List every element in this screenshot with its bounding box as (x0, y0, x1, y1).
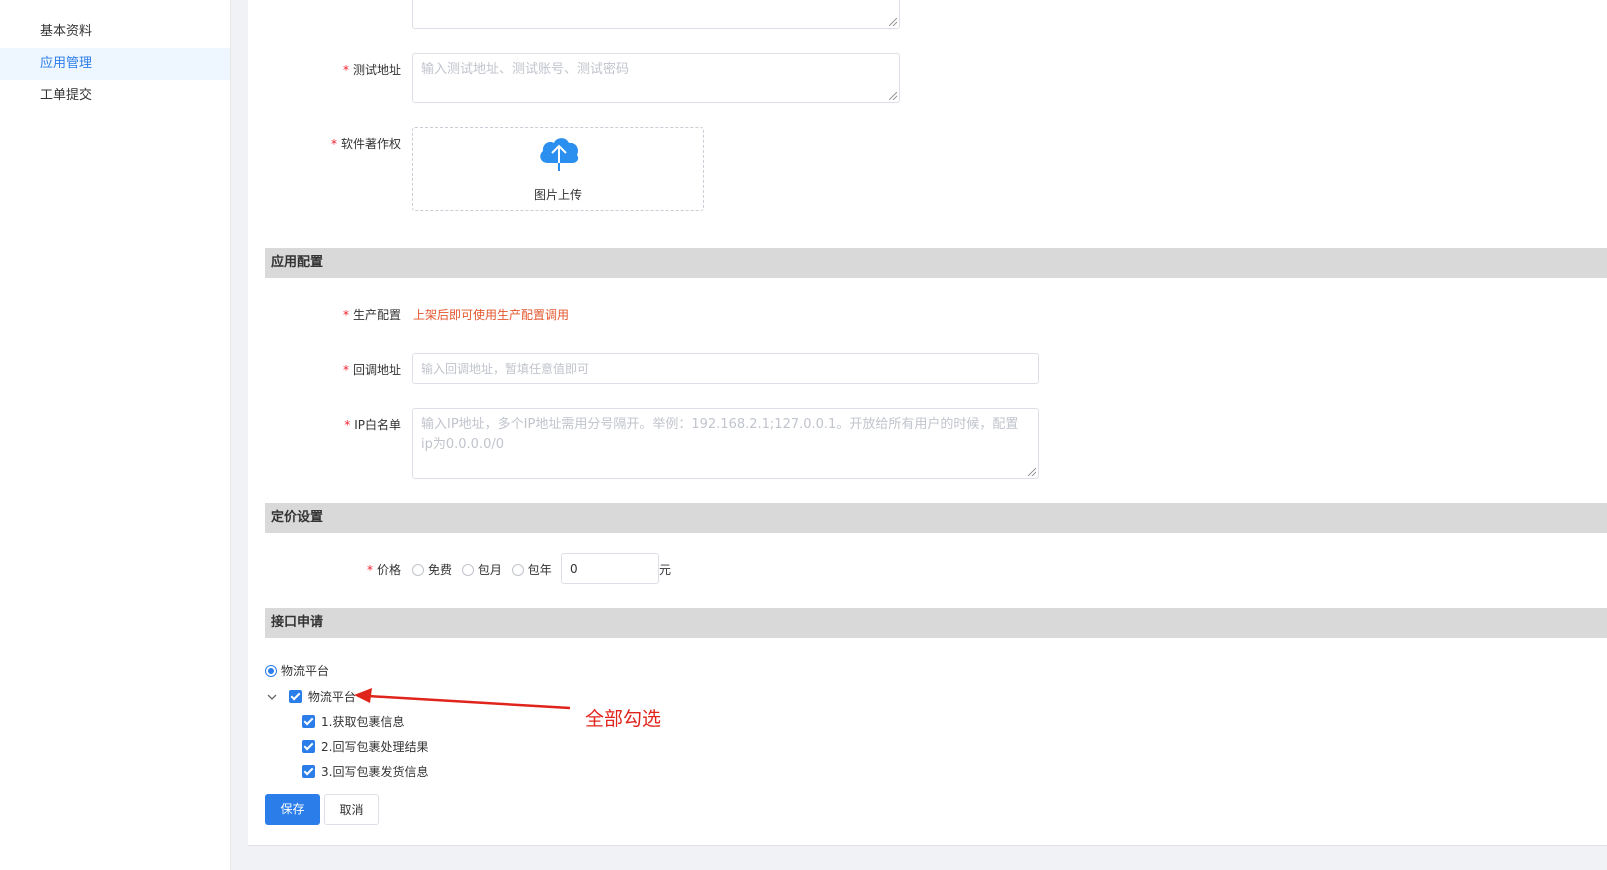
tree-child-checkbox[interactable] (302, 765, 315, 778)
production-config-label: * 生产配置 (342, 308, 401, 322)
required-mark: * (344, 418, 351, 432)
callback-address-input[interactable]: 输入回调地址，暂填任意值即可 (412, 353, 1039, 384)
tree-child-row: 2.回写包裹处理结果 (302, 738, 428, 755)
chevron-down-icon[interactable] (267, 690, 277, 704)
radio-monthly[interactable] (461, 563, 474, 576)
tree-child-row: 3.回写包裹发货信息 (302, 763, 428, 780)
annotation-text: 全部勾选 (585, 708, 662, 730)
main-content: * 测试地址 输入测试地址、测试账号、测试密码 * 软件著作权 图片上传 应用配置 … (248, 0, 1607, 846)
upload-label: 图片上传 (533, 188, 582, 202)
platform-radio[interactable] (265, 664, 277, 677)
tree-child-row: 1.获取包裹信息 (302, 713, 404, 730)
ip-whitelist-field[interactable]: 输入IP地址，多个IP地址需用分号隔开。举例：192.168.2.1;127.0… (412, 408, 1039, 479)
price-label: * 价格 (366, 563, 401, 577)
radio-yearly[interactable] (511, 563, 524, 576)
radio-free[interactable] (412, 563, 424, 576)
platform-radio-label: 物流平台 (281, 664, 330, 678)
required-mark: * (342, 308, 349, 322)
platform-radio-row: 物流平台 (265, 662, 335, 679)
price-unit: 元 (659, 563, 672, 577)
tree-parent-checkbox[interactable] (288, 690, 302, 703)
annotation-arrow-icon (354, 688, 571, 710)
ip-whitelist-label: * IP白名单 (344, 418, 401, 432)
required-mark: * (342, 363, 349, 377)
tree-child-checkbox[interactable] (302, 715, 315, 728)
cancel-button[interactable]: 取消 (324, 794, 379, 825)
section-api-application: 接口申请 (265, 608, 1607, 638)
required-mark: * (342, 63, 349, 77)
test-address-field[interactable]: 输入测试地址、测试账号、测试密码 (412, 53, 900, 103)
test-address-label: * 测试地址 (342, 63, 401, 77)
section-app-config: 应用配置 (265, 248, 1607, 278)
tree-child-label: 3.回写包裹发货信息 (321, 765, 429, 779)
tree-child-label: 2.回写包裹处理结果 (321, 740, 429, 754)
price-input[interactable]: 0 (561, 553, 659, 584)
price-options: 免费 包月 包年 (412, 561, 558, 578)
radio-free-label: 免费 (428, 563, 453, 577)
callback-address-label: * 回调地址 (342, 363, 401, 377)
tree-parent-row: 物流平台 (267, 688, 356, 705)
section-pricing: 定价设置 (265, 503, 1607, 533)
sidebar-item-app-management[interactable]: 应用管理 (0, 48, 230, 80)
resize-handle-icon[interactable] (889, 18, 897, 26)
required-mark: * (330, 137, 337, 151)
tree-child-label: 1.获取包裹信息 (321, 715, 405, 729)
radio-yearly-label: 包年 (527, 563, 552, 577)
production-notice: 上架后即可使用生产配置调用 (413, 308, 570, 322)
image-upload-area[interactable]: 图片上传 (412, 127, 704, 211)
sidebar: 基本资料 应用管理 工单提交 (0, 0, 231, 870)
software-copyright-label: * 软件著作权 (330, 137, 401, 151)
resize-handle-icon[interactable] (1028, 468, 1036, 476)
save-button[interactable]: 保存 (265, 794, 320, 825)
cloud-upload-icon (540, 138, 579, 171)
radio-monthly-label: 包月 (477, 563, 502, 577)
resize-handle-icon[interactable] (889, 92, 897, 100)
sidebar-item-ticket-submit[interactable]: 工单提交 (0, 80, 230, 112)
previous-textarea[interactable] (412, 0, 900, 29)
required-mark: * (366, 563, 373, 577)
sidebar-item-basic-info[interactable]: 基本资料 (0, 16, 230, 48)
tree-child-checkbox[interactable] (302, 740, 315, 753)
